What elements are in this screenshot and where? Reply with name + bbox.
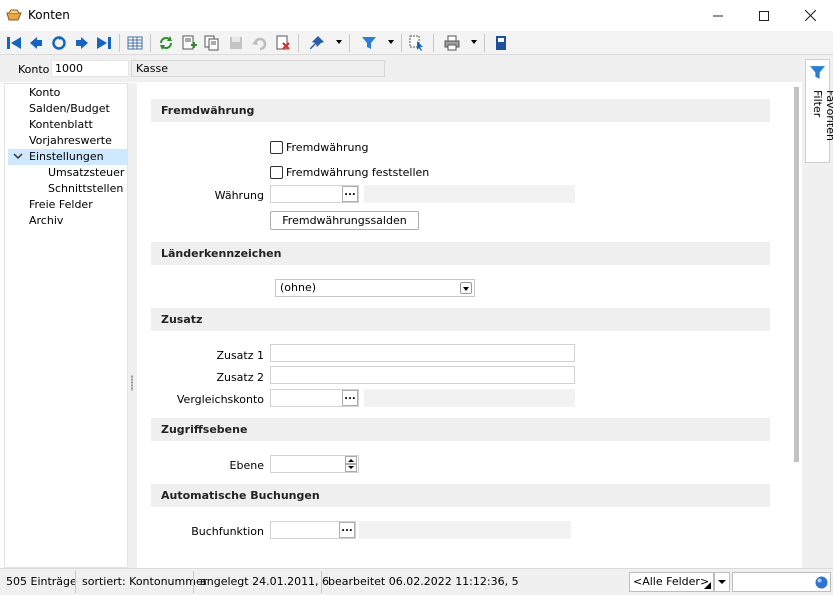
collapse-chevron-icon[interactable] [13,149,23,170]
tree-item-umsatzsteuer[interactable]: Umsatzsteuer [48,165,124,181]
last-record-icon[interactable] [95,34,113,52]
toolbar [0,31,833,55]
ebene-spinner[interactable] [345,456,357,472]
section-fremdwaehrung: Fremdwährung [151,99,770,122]
field-filter-value: <Alle Felder> [633,575,710,588]
save-layout-icon[interactable] [492,34,510,52]
window-title: Konten [28,8,70,22]
laenderkennzeichen-select[interactable]: (ohne) [275,279,475,297]
favorites-filter-tab[interactable]: Favoriten Filter [805,59,833,163]
zusatz2-label: Zusatz 2 [216,371,264,384]
fremdwaehrung-checkbox-label: Fremdwährung [286,141,369,154]
next-record-icon[interactable] [73,34,91,52]
tree-item-vorjahreswerte[interactable]: Vorjahreswerte [29,133,112,149]
fremdwaehrungssalden-button[interactable]: Fremdwährungssalden [270,211,419,230]
app-icon [6,9,22,22]
reload-icon[interactable] [157,34,175,52]
account-name-field: Kasse [131,60,385,77]
status-bar: 505 Einträge sortiert: Kontonummer angel… [0,568,833,595]
tree-item-schnittstellen[interactable]: Schnittstellen [48,181,123,197]
new-record-icon[interactable] [180,34,198,52]
favorites-filter-label: Favoriten Filter [811,90,833,141]
edited-status: bearbeitet 06.02.2022 11:12:36, 5 [328,575,519,588]
vergleichskonto-description [364,389,575,407]
vergleichskonto-label: Vergleichskonto [176,393,264,406]
pin-icon[interactable] [308,34,326,52]
field-filter-combo[interactable]: <Alle Felder> [629,572,714,592]
created-status: angelegt 24.01.2011, 6 [200,575,330,588]
laenderkennzeichen-value: (ohne) [280,281,317,294]
refresh-record-icon[interactable] [50,34,68,52]
buchfunktion-description [359,521,571,539]
account-label: Konto [18,63,50,76]
previous-record-icon[interactable] [27,34,45,52]
zusatz2-input[interactable] [270,366,575,384]
pin-dropdown-icon[interactable] [336,40,342,44]
spin-down-icon[interactable] [345,464,357,472]
splitter[interactable] [128,83,137,568]
filter-dropdown-icon[interactable] [388,40,394,44]
section-automatische-buchungen: Automatische Buchungen [151,484,770,507]
field-filter-dropdown[interactable] [714,572,730,592]
right-sidebar: Favoriten Filter [802,55,833,568]
table-view-icon[interactable] [126,34,144,52]
sort-status: sortiert: Kontonummer [82,575,208,588]
tree-item-kontenblatt[interactable]: Kontenblatt [29,117,93,133]
save-icon[interactable] [227,34,245,52]
waehrung-description [364,185,575,203]
undo-icon[interactable] [250,34,268,52]
maximize-button[interactable] [741,0,787,31]
record-count: 505 Einträge [6,575,77,588]
buchfunktion-label: Buchfunktion [191,525,264,538]
select-icon[interactable] [408,34,426,52]
print-icon[interactable] [443,34,461,52]
buchfunktion-lookup-button[interactable]: ... [339,522,355,538]
tree-item-salden-budget[interactable]: Salden/Budget [29,101,110,117]
zusatz1-input[interactable] [270,344,575,362]
navigation-tree: Konto Salden/Budget Kontenblatt Vorjahre… [4,83,128,568]
delete-icon[interactable] [274,34,292,52]
tree-item-einstellungen[interactable]: Einstellungen [8,149,127,165]
print-dropdown-icon[interactable] [471,40,477,44]
section-laenderkennzeichen: Länderkennzeichen [151,242,770,265]
ebene-label: Ebene [229,459,264,472]
resize-grip-icon [704,582,711,589]
spin-up-icon[interactable] [345,456,357,464]
close-button[interactable] [787,0,833,31]
tree-item-archiv[interactable]: Archiv [29,213,63,229]
tree-item-konto[interactable]: Konto [29,85,60,101]
fremdwaehrung-feststellen-label: Fremdwährung feststellen [286,166,430,179]
first-record-icon[interactable] [5,34,23,52]
section-zusatz: Zusatz [151,308,770,331]
section-zugriffsebene: Zugriffsebene [151,418,770,441]
fremdwaehrung-checkbox[interactable] [270,141,283,154]
globe-icon[interactable] [815,576,828,592]
filter-icon[interactable] [360,34,378,52]
tree-item-label: Einstellungen [29,150,104,163]
chevron-down-icon[interactable] [460,282,472,294]
account-number-field[interactable]: 1000 [51,60,129,77]
chevron-down-icon [718,580,726,584]
settings-form: Fremdwährung Fremdwährung Fremdwährung f… [137,83,792,568]
account-header: Konto 1000 Kasse [0,55,833,82]
vergleichskonto-lookup-button[interactable]: ... [342,390,358,406]
minimize-button[interactable] [695,0,741,31]
waehrung-label: Währung [214,189,264,202]
tree-item-freie-felder[interactable]: Freie Felder [29,197,93,213]
fremdwaehrung-feststellen-checkbox[interactable] [270,166,283,179]
vertical-scrollbar[interactable] [792,83,802,568]
copy-record-icon[interactable] [203,34,221,52]
filter-icon [809,64,826,84]
scrollbar-thumb[interactable] [794,87,799,462]
waehrung-lookup-button[interactable]: ... [342,186,358,202]
zusatz1-label: Zusatz 1 [216,349,264,362]
title-bar: Konten [0,0,833,31]
